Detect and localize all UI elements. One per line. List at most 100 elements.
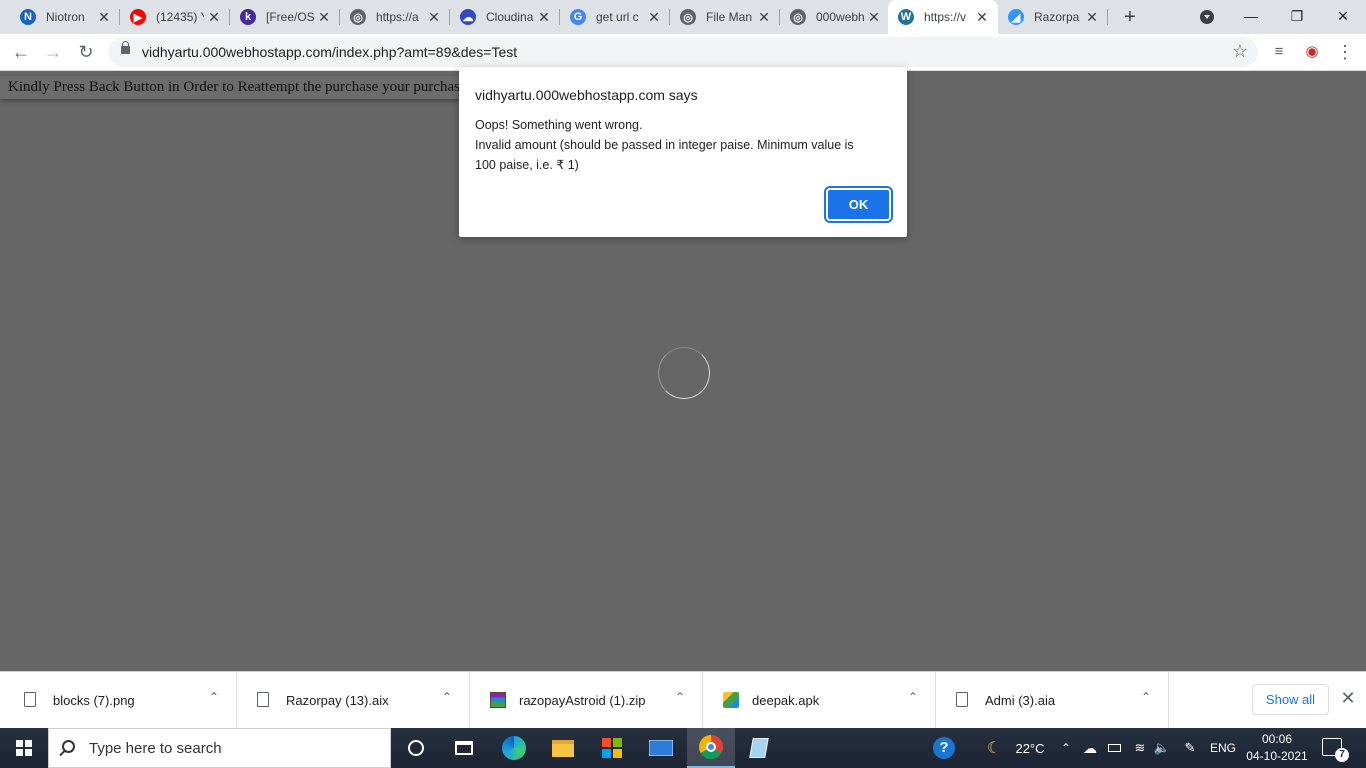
clock-time: 00:06: [1261, 732, 1293, 746]
download-name: razopayAstroid (1).zip: [519, 693, 646, 708]
browser-tab[interactable]: ▶ (12435) Y ✕: [120, 0, 230, 34]
edge-icon[interactable]: [490, 728, 538, 768]
close-tab-icon[interactable]: ✕: [536, 9, 552, 25]
close-shelf-icon[interactable]: ✕: [1338, 688, 1358, 708]
chevron-up-icon[interactable]: ⌃: [442, 690, 452, 704]
browser-tab[interactable]: ◎ https://a ✕: [340, 0, 450, 34]
download-item[interactable]: deepak.apk ⌃: [703, 672, 936, 728]
tab-title: Niotron: [46, 10, 85, 24]
back-button[interactable]: ←: [9, 40, 33, 64]
tab-separator: [1107, 9, 1108, 25]
taskbar-search-box[interactable]: Type here to search: [48, 728, 391, 768]
dialog-message: Oops! Something went wrong. Invalid amou…: [475, 115, 891, 175]
chrome-icon[interactable]: [687, 728, 735, 768]
chevron-up-icon[interactable]: ⌃: [209, 690, 219, 704]
tab-title: get url c: [596, 10, 639, 24]
close-tab-icon[interactable]: ✕: [206, 9, 222, 25]
show-all-button[interactable]: Show all: [1252, 684, 1329, 715]
download-item[interactable]: blocks (7).png ⌃: [4, 672, 237, 728]
wordpress-icon: W: [898, 9, 914, 25]
download-item[interactable]: Razorpay (13).aix ⌃: [237, 672, 470, 728]
tab-title: File Man: [706, 10, 753, 24]
extension-icon[interactable]: ◉: [1300, 40, 1324, 64]
globe-icon: ◎: [350, 9, 366, 25]
close-tab-icon[interactable]: ✕: [316, 9, 332, 25]
google-icon: G: [570, 9, 586, 25]
file-icon: [257, 692, 269, 707]
clock[interactable]: 00:06 04-10-2021: [1243, 731, 1311, 765]
winrar-icon: [490, 692, 506, 708]
windows-logo-icon: [16, 740, 32, 756]
windows-taskbar: Type here to search ? ☾ 22°C ⌃ ☁ ≋ 🔈 ✎ E…: [0, 728, 1366, 768]
download-item[interactable]: Admi (3).aia ⌃: [936, 672, 1169, 728]
razorpay-icon: ◢: [1008, 9, 1024, 25]
mail-icon[interactable]: [637, 728, 685, 768]
browser-tab[interactable]: ◎ File Man ✕: [670, 0, 780, 34]
language-indicator[interactable]: ENG: [1206, 728, 1240, 768]
ok-button[interactable]: OK: [824, 186, 893, 223]
close-tab-icon[interactable]: ✕: [426, 9, 442, 25]
battery-icon[interactable]: [1104, 728, 1124, 768]
chevron-up-icon[interactable]: ⌃: [675, 690, 685, 704]
store-icon[interactable]: [588, 728, 636, 768]
dialog-title: vidhyartu.000webhostapp.com says: [475, 87, 698, 103]
download-item[interactable]: razopayAstroid (1).zip ⌃: [470, 672, 703, 728]
new-tab-button[interactable]: +: [1119, 6, 1141, 28]
volume-icon[interactable]: 🔈: [1152, 728, 1172, 768]
onedrive-cloud-icon[interactable]: ☁: [1080, 728, 1100, 768]
reload-button[interactable]: ↻: [74, 40, 98, 64]
download-shelf: blocks (7).png ⌃ Razorpay (13).aix ⌃ razopay…: [0, 671, 1366, 728]
file-icon: [956, 692, 968, 707]
browser-toolbar: ← → ↻ vidhyartu.000webhostapp.com/index.…: [0, 34, 1366, 71]
bookmark-star-icon[interactable]: ☆: [1232, 41, 1248, 62]
address-bar[interactable]: vidhyartu.000webhostapp.com/index.php?am…: [108, 37, 1258, 67]
browser-tab[interactable]: Gget url c ✕: [560, 0, 670, 34]
chevron-up-icon[interactable]: ⌃: [908, 690, 918, 704]
close-tab-icon[interactable]: ✕: [96, 9, 112, 25]
globe-icon: ◎: [680, 9, 696, 25]
minimize-button[interactable]: —: [1236, 4, 1266, 28]
tab-title: (12435) Y: [156, 10, 204, 24]
browser-tab[interactable]: ◎ 000webh ✕: [780, 0, 890, 34]
cortana-icon[interactable]: [392, 728, 440, 768]
chevron-up-icon[interactable]: ⌃: [1058, 728, 1074, 768]
browser-tab[interactable]: ☁ Cloudina ✕: [450, 0, 560, 34]
help-icon[interactable]: ?: [930, 728, 958, 768]
close-tab-icon[interactable]: ✕: [866, 9, 882, 25]
retry-message: Kindly Press Back Button in Order to Rea…: [0, 76, 470, 99]
menu-icon[interactable]: ⋮: [1333, 40, 1357, 64]
url-text[interactable]: vidhyartu.000webhostapp.com/index.php?am…: [142, 44, 517, 60]
close-tab-icon[interactable]: ✕: [646, 9, 662, 25]
browser-tab[interactable]: Whttps://v ✕: [888, 0, 998, 34]
temperature[interactable]: 22°C: [1010, 728, 1050, 768]
lock-icon[interactable]: [121, 41, 130, 54]
notepad-icon[interactable]: [735, 728, 783, 768]
weather-moon-icon[interactable]: ☾: [982, 728, 1006, 768]
search-icon: [62, 740, 75, 753]
reading-list-icon[interactable]: ≡: [1267, 40, 1291, 64]
browser-tab[interactable]: ◢ Razorpa ✕: [998, 0, 1108, 34]
tab-title: 000webh: [816, 10, 864, 24]
close-tab-icon[interactable]: ✕: [1084, 9, 1100, 25]
browser-tab[interactable]: k [Free/OS ✕: [230, 0, 340, 34]
task-view-icon[interactable]: [440, 728, 488, 768]
start-button[interactable]: [0, 728, 48, 768]
notifications-icon[interactable]: 7: [1322, 738, 1349, 762]
file-explorer-icon[interactable]: [539, 728, 587, 768]
pen-icon[interactable]: ✎: [1180, 728, 1200, 768]
forward-button[interactable]: →: [41, 40, 65, 64]
chevron-up-icon[interactable]: ⌃: [1141, 690, 1151, 704]
download-name: blocks (7).png: [53, 693, 135, 708]
loading-spinner-icon: [658, 347, 710, 399]
close-tab-icon[interactable]: ✕: [756, 9, 772, 25]
browser-tab[interactable]: N Niotron ✕: [10, 0, 120, 34]
restore-button[interactable]: ❐: [1282, 4, 1312, 28]
globe-icon: ◎: [790, 9, 806, 25]
tab-search-icon[interactable]: [1200, 10, 1214, 24]
tab-title: Razorpa: [1034, 10, 1080, 24]
wifi-icon[interactable]: ≋: [1130, 728, 1150, 768]
youtube-icon: ▶: [130, 9, 146, 25]
close-window-button[interactable]: ✕: [1328, 4, 1358, 28]
clock-date: 04-10-2021: [1246, 749, 1308, 763]
close-tab-icon[interactable]: ✕: [974, 9, 990, 25]
